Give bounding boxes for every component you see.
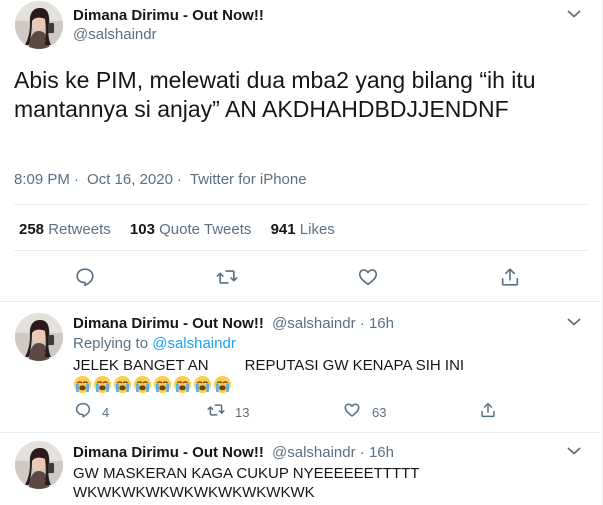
retweet-count: 13 <box>235 405 250 420</box>
emoji-group <box>73 375 233 399</box>
author-name[interactable]: Dimana Dirimu - Out Now!! <box>73 444 264 461</box>
like-icon[interactable] <box>343 401 361 419</box>
loudly-crying-face-emoji <box>193 375 212 394</box>
main-tweet: Dimana Dirimu - Out Now!! @salshaindr Ab… <box>0 0 600 302</box>
retweets-label: Retweets <box>48 221 111 238</box>
replying-prefix: Replying to <box>73 335 149 352</box>
loudly-crying-face-emoji <box>153 375 172 394</box>
quote-count: 103 <box>129 221 155 238</box>
loudly-crying-face-emoji <box>93 375 112 394</box>
meta-separator: · <box>176 171 182 188</box>
retweet-icon[interactable] <box>216 266 238 288</box>
loudly-crying-face-emoji <box>73 375 92 394</box>
reply-count: 4 <box>102 405 110 420</box>
reply-tweet[interactable]: Dimana Dirimu - Out Now!! @salshaindr · … <box>0 434 600 505</box>
avatar[interactable] <box>15 1 63 49</box>
reply-text: JELEK BANGET AN REPUTASI GW KENAPA SIH IN… <box>73 356 573 399</box>
replying-to: Replying to @salshaindr <box>73 335 236 352</box>
author-handle-text[interactable]: @salshaindr <box>272 315 356 332</box>
avatar[interactable] <box>15 441 63 489</box>
replying-mention[interactable]: @salshaindr <box>152 335 236 352</box>
tweet-source[interactable]: Twitter for iPhone <box>190 171 307 188</box>
reply-icon[interactable] <box>74 401 92 419</box>
divider <box>14 204 588 205</box>
author-handle[interactable]: @salshaindr <box>73 26 157 43</box>
reply-text-line1: GW MASKERAN KAGA CUKUP NYEEEEEETTTTT <box>73 465 420 482</box>
retweets-stat[interactable]: 258 Retweets <box>19 221 111 238</box>
likes-count: 941 <box>270 221 296 238</box>
loudly-crying-face-emoji <box>173 375 192 394</box>
likes-label: Likes <box>299 221 335 238</box>
reply-text-part1: JELEK BANGET AN <box>73 357 209 374</box>
divider <box>14 250 588 251</box>
reply-time[interactable]: 16h <box>369 444 394 461</box>
share-icon[interactable] <box>499 266 521 288</box>
quote-tweets-stat[interactable]: 103 Quote Tweets <box>130 221 251 238</box>
reply-text-line2: WKWKWKWKWKWKWKWKWKWK <box>73 484 315 501</box>
author-name[interactable]: Dimana Dirimu - Out Now!! <box>73 315 264 332</box>
reply-icon[interactable] <box>74 266 96 288</box>
loudly-crying-face-emoji <box>113 375 132 394</box>
author-name[interactable]: Dimana Dirimu - Out Now!! <box>73 7 264 24</box>
author-handle: @salshaindr · 16h <box>272 315 394 332</box>
tweet-meta: 8:09 PM · Oct 16, 2020 · Twitter for iPhon… <box>14 171 311 188</box>
chevron-down-icon[interactable] <box>565 5 583 23</box>
likes-stat[interactable]: 941 Likes <box>271 221 335 238</box>
tweet-thread: Dimana Dirimu - Out Now!! @salshaindr Ab… <box>0 0 603 505</box>
share-icon[interactable] <box>479 401 497 419</box>
tweet-text: Abis ke PIM, melewati dua mba2 yang bila… <box>14 67 536 122</box>
chevron-down-icon[interactable] <box>565 442 583 460</box>
quote-label: Quote Tweets <box>159 221 252 238</box>
tweet-stats: 258 Retweets 103 Quote Tweets 941 Likes <box>19 221 350 238</box>
like-icon[interactable] <box>357 266 379 288</box>
avatar[interactable] <box>15 313 63 361</box>
reply-tweet[interactable]: Dimana Dirimu - Out Now!! @salshaindr · … <box>0 303 600 433</box>
retweets-count: 258 <box>19 221 45 238</box>
tweet-time[interactable]: 8:09 PM <box>14 171 70 188</box>
chevron-down-icon[interactable] <box>565 313 583 331</box>
author-handle: @salshaindr · 16h <box>272 444 394 461</box>
meta-separator: · <box>359 444 365 461</box>
meta-separator: · <box>359 315 365 332</box>
loudly-crying-face-emoji <box>133 375 152 394</box>
reply-text: GW MASKERAN KAGA CUKUP NYEEEEEETTTTT WKW… <box>73 464 573 502</box>
tweet-date[interactable]: Oct 16, 2020 <box>87 171 173 188</box>
reply-text-part2: REPUTASI GW KENAPA SIH INI <box>244 357 465 374</box>
retweet-icon[interactable] <box>207 401 225 419</box>
loudly-crying-face-emoji <box>213 375 232 394</box>
author-handle-text[interactable]: @salshaindr <box>272 444 356 461</box>
like-count: 63 <box>372 405 387 420</box>
reply-time[interactable]: 16h <box>369 315 394 332</box>
meta-separator: · <box>73 171 79 188</box>
